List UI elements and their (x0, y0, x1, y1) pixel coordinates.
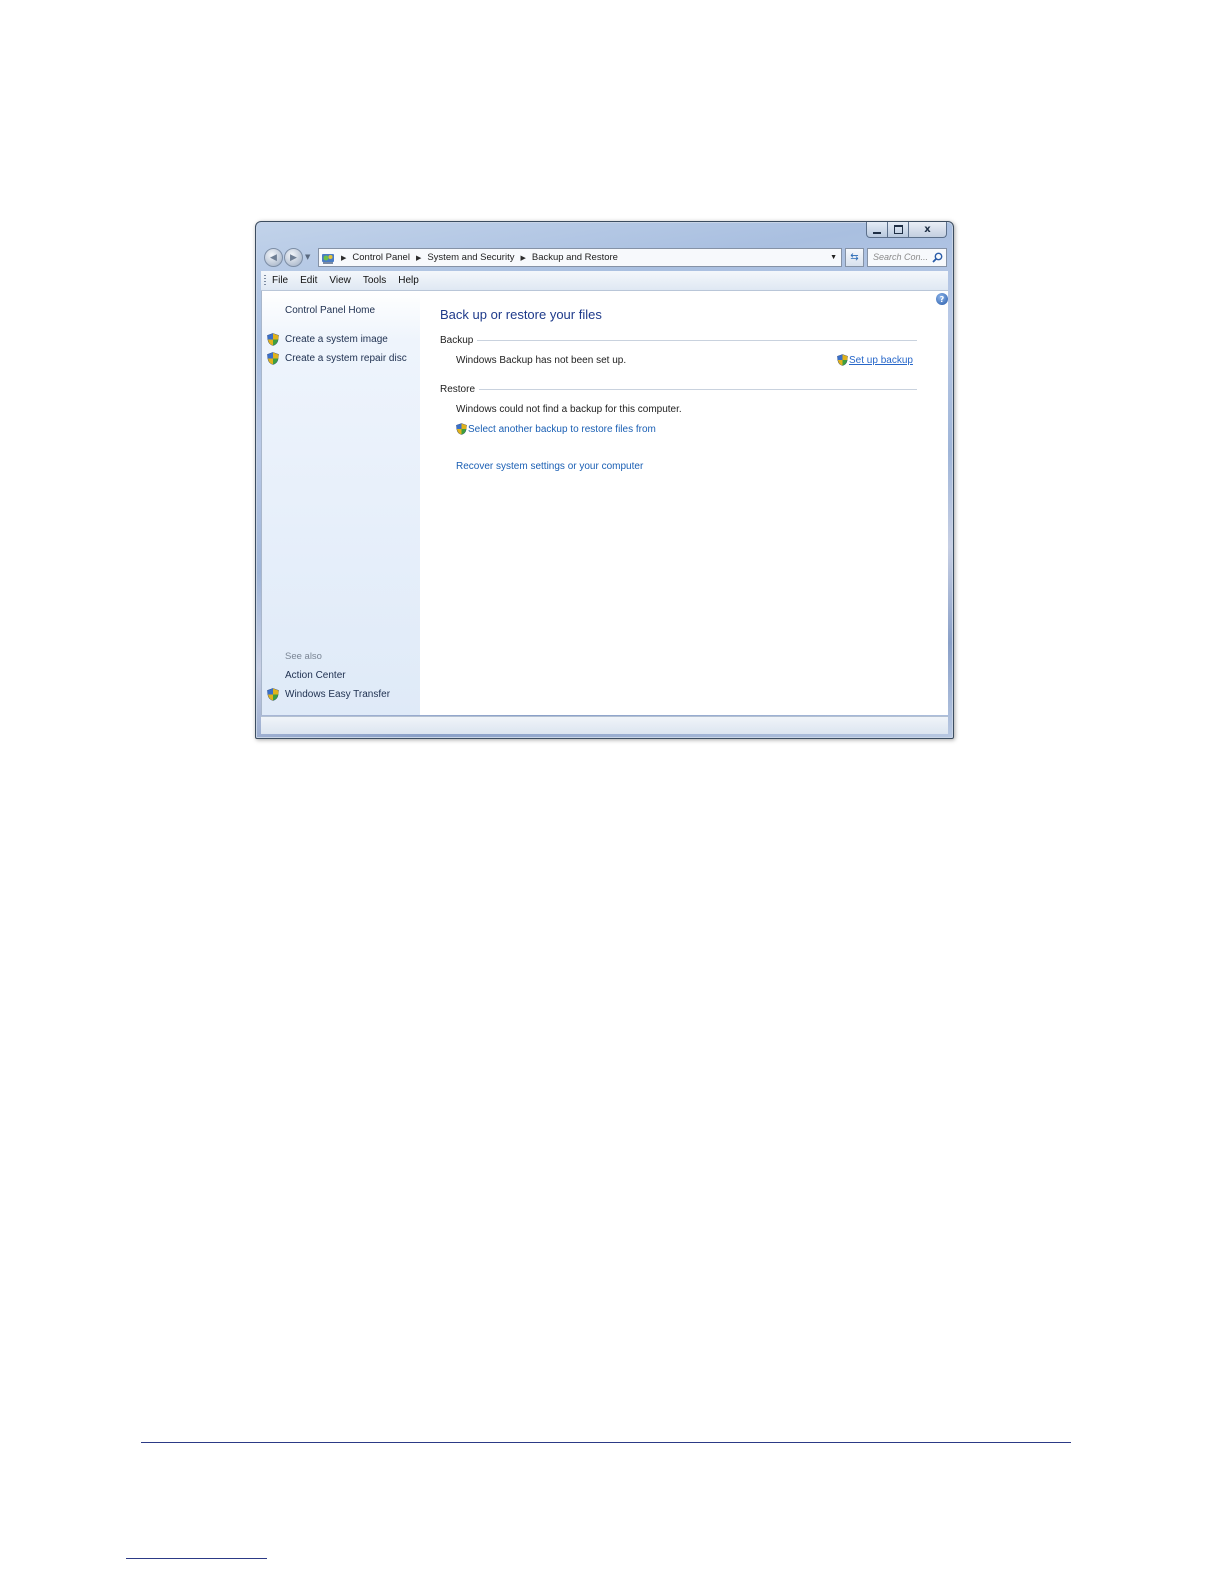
menu-file[interactable]: File (272, 275, 288, 286)
task-pane: Control Panel Home Create a system image… (262, 291, 420, 715)
control-panel-icon (322, 253, 334, 264)
windows-easy-transfer-link[interactable]: Windows Easy Transfer (285, 689, 390, 700)
back-arrow-icon: ◀ (270, 252, 277, 263)
backup-status-text: Windows Backup has not been set up. (456, 355, 627, 366)
menu-grip (264, 274, 266, 287)
breadcrumb-separator-icon[interactable]: ▶ (341, 254, 346, 262)
uac-shield-icon (456, 423, 467, 435)
control-panel-home-link[interactable]: Control Panel Home (285, 305, 375, 316)
search-placeholder: Search Con... (873, 252, 929, 262)
menu-edit[interactable]: Edit (300, 275, 317, 286)
uac-shield-icon (267, 688, 279, 701)
recent-pages-dropdown[interactable]: ▼ (305, 253, 310, 261)
uac-shield-icon (837, 354, 848, 366)
maximize-icon (893, 225, 903, 234)
restore-status-text: Windows could not find a backup for this… (456, 404, 682, 415)
address-bar[interactable]: ▶ Control Panel ▶ System and Security ▶ … (318, 248, 842, 267)
select-another-backup-link[interactable]: Select another backup to restore files f… (468, 424, 656, 435)
breadcrumb-control-panel[interactable]: Control Panel (352, 252, 410, 263)
page-title: Back up or restore your files (440, 307, 602, 322)
section-divider (477, 340, 917, 341)
backup-section-heading: Backup (440, 335, 917, 346)
back-button[interactable]: ◀ (264, 248, 283, 267)
menu-help[interactable]: Help (398, 275, 419, 286)
backup-heading: Backup (440, 335, 474, 346)
minimize-icon (873, 231, 881, 234)
refresh-icon: ⇆ (850, 252, 859, 263)
forward-button[interactable]: ▶ (284, 248, 303, 267)
recover-system-settings-link[interactable]: Recover system settings or your computer (456, 461, 643, 472)
menu-view[interactable]: View (329, 275, 351, 286)
close-button[interactable]: x (909, 222, 947, 238)
forward-arrow-icon: ▶ (290, 252, 297, 263)
search-input[interactable]: Search Con... (867, 248, 947, 267)
navigation-bar: ◀ ▶ ▼ ▶ Control Panel ▶ System and Secur… (262, 248, 948, 269)
create-system-image-link[interactable]: Create a system image (285, 334, 388, 345)
uac-shield-icon (267, 352, 279, 365)
help-icon[interactable]: ? (936, 293, 948, 305)
close-icon: x (924, 224, 931, 235)
breadcrumb-separator-icon[interactable]: ▶ (520, 254, 525, 262)
set-up-backup-link[interactable]: Set up backup (849, 355, 913, 366)
status-bar (261, 716, 948, 734)
backup-and-restore-window: x ◀ ▶ ▼ ▶ Control Panel ▶ System and Sec… (255, 221, 954, 739)
caption-buttons: x (866, 222, 947, 238)
breadcrumb-system-and-security[interactable]: System and Security (427, 252, 514, 263)
see-also-label: See also (285, 651, 322, 662)
client-area: Control Panel Home Create a system image… (261, 291, 948, 715)
section-divider (479, 389, 917, 390)
breadcrumb-separator-icon[interactable]: ▶ (416, 254, 421, 262)
action-center-link[interactable]: Action Center (285, 670, 346, 681)
address-dropdown-icon[interactable]: ▼ (830, 254, 837, 261)
footnote-divider (126, 1558, 267, 1559)
breadcrumb-backup-and-restore[interactable]: Backup and Restore (532, 252, 618, 263)
create-system-repair-disc-link[interactable]: Create a system repair disc (285, 353, 407, 364)
menu-bar: File Edit View Tools Help (261, 271, 948, 291)
restore-heading: Restore (440, 384, 476, 395)
uac-shield-icon (267, 333, 279, 346)
search-icon[interactable] (932, 252, 943, 263)
minimize-button[interactable] (866, 222, 888, 238)
restore-section-heading: Restore (440, 384, 917, 395)
menu-tools[interactable]: Tools (363, 275, 386, 286)
footer-divider (141, 1442, 1071, 1443)
maximize-button[interactable] (888, 222, 909, 238)
refresh-button[interactable]: ⇆ (845, 248, 864, 267)
